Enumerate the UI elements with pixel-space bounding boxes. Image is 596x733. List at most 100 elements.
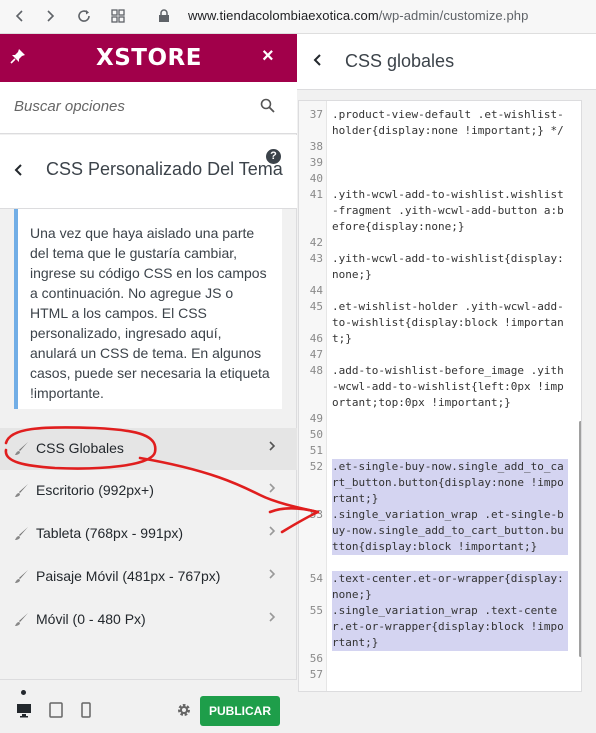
- code-text: .yith-wcwl-add-to-wishlist.wishlist-frag…: [332, 188, 564, 233]
- menu-item-movil[interactable]: Móvil (0 - 480 Px): [0, 599, 297, 641]
- brand-header: XSTORE ×: [0, 34, 297, 82]
- url-host: www.tiendacolombiaexotica.com: [188, 8, 379, 23]
- line-number: 48: [309, 364, 323, 377]
- search-section: [0, 82, 297, 134]
- back-chevron-icon[interactable]: [14, 161, 24, 182]
- publish-button[interactable]: PUBLICAR: [200, 696, 280, 726]
- gear-icon[interactable]: [176, 702, 192, 718]
- browser-toolbar: www.tiendacolombiaexotica.com/wp-admin/c…: [0, 0, 596, 34]
- menu-item-label: Paisaje Móvil (481px - 767px): [36, 568, 221, 584]
- code-line[interactable]: 50: [299, 427, 581, 443]
- code-line[interactable]: 56: [299, 651, 581, 667]
- brush-icon: [14, 612, 30, 628]
- active-device-indicator: [21, 690, 26, 695]
- close-icon[interactable]: ×: [262, 45, 274, 68]
- section-title: CSS Personalizado Del Tema: [46, 159, 283, 179]
- xstore-logo: XSTORE: [96, 45, 202, 71]
- code-line[interactable]: 44: [299, 283, 581, 299]
- code-text: .single_variation_wrap .et-single-buy-no…: [332, 507, 568, 555]
- line-number: 49: [309, 412, 323, 425]
- apps-grid-icon[interactable]: [108, 6, 128, 26]
- code-editor[interactable]: 37 .product-view-default .et-wishlist-hol…: [298, 100, 582, 692]
- code-text: .product-view-default .et-wishlist-holde…: [332, 108, 564, 137]
- chevron-right-icon: [268, 610, 276, 626]
- code-line[interactable]: 42: [299, 235, 581, 251]
- line-number: 44: [309, 284, 323, 297]
- menu-item-tableta[interactable]: Tableta (768px - 991px): [0, 513, 297, 555]
- menu-item-css-globales[interactable]: CSS Globales: [0, 428, 297, 470]
- desktop-preview-icon[interactable]: [16, 702, 32, 718]
- section-description: Una vez que haya aislado una parte del t…: [14, 209, 282, 409]
- chevron-right-icon: [268, 567, 276, 583]
- css-editor-panel: CSS globales 37 .product-view-default .et…: [297, 34, 596, 733]
- code-line[interactable]: 57: [299, 667, 581, 683]
- lock-icon[interactable]: [154, 6, 174, 26]
- line-number: 54: [309, 572, 323, 585]
- code-line[interactable]: 43 .yith-wcwl-add-to-wishlist{display:non…: [299, 251, 581, 283]
- code-line[interactable]: 45 .et-wishlist-holder .yith-wcwl-add-to-…: [299, 299, 581, 345]
- section-header: CSS Personalizado Del Tema ?: [0, 135, 297, 209]
- code-line[interactable]: 40: [299, 171, 581, 187]
- back-arrow-icon[interactable]: [10, 6, 30, 26]
- line-number: 56: [309, 652, 323, 665]
- code-text: .et-single-buy-now.single_add_to_cart_bu…: [332, 459, 568, 507]
- code-line[interactable]: 48 .add-to-wishlist-before_image .yith-wc…: [299, 363, 581, 411]
- search-icon[interactable]: [260, 98, 276, 114]
- line-number: 50: [309, 428, 323, 441]
- brush-icon: [14, 526, 30, 542]
- editor-header: CSS globales: [297, 34, 596, 90]
- line-number: 37: [309, 108, 323, 121]
- editor-title: CSS globales: [345, 51, 455, 71]
- menu-item-label: Tableta (768px - 991px): [36, 525, 184, 541]
- customizer-footer: PUBLICAR: [0, 679, 297, 733]
- help-icon[interactable]: ?: [266, 149, 281, 164]
- line-number: 45: [309, 300, 323, 313]
- pin-icon[interactable]: [10, 48, 28, 66]
- code-line[interactable]: 41 .yith-wcwl-add-to-wishlist.wishlist-fr…: [299, 187, 581, 235]
- code-line[interactable]: 39: [299, 155, 581, 171]
- mobile-preview-icon[interactable]: [78, 702, 94, 718]
- line-number: 41: [309, 188, 323, 201]
- code-line[interactable]: 47: [299, 347, 581, 363]
- code-line[interactable]: 37 .product-view-default .et-wishlist-hol…: [299, 107, 581, 139]
- line-number: 38: [309, 140, 323, 153]
- line-number: 46: [309, 332, 323, 345]
- brush-icon: [14, 441, 30, 457]
- customizer-sidebar: XSTORE × CSS Personalizado Del Tema ? Un…: [0, 34, 297, 733]
- code-line[interactable]: 46: [299, 331, 581, 347]
- line-number: 53: [309, 508, 323, 521]
- forward-arrow-icon[interactable]: [40, 6, 60, 26]
- editor-scrollbar[interactable]: [579, 421, 581, 657]
- code-line[interactable]: 38: [299, 139, 581, 155]
- code-text: .single_variation_wrap .text-center.et-o…: [332, 603, 568, 651]
- code-line[interactable]: 52 .et-single-buy-now.single_add_to_cart_…: [299, 459, 581, 507]
- line-number: 51: [309, 444, 323, 457]
- line-number: 42: [309, 236, 323, 249]
- reload-icon[interactable]: [74, 6, 94, 26]
- code-line[interactable]: 54 .text-center.et-or-wrapper{display:non…: [299, 571, 581, 603]
- line-number: 47: [309, 348, 323, 361]
- menu-item-label: CSS Globales: [36, 440, 124, 456]
- url-path: /wp-admin/customize.php: [378, 8, 529, 23]
- menu-item-escritorio[interactable]: Escritorio (992px+): [0, 470, 297, 512]
- code-line[interactable]: 49: [299, 411, 581, 427]
- code-line[interactable]: 53 .single_variation_wrap .et-single-buy-…: [299, 507, 581, 571]
- chevron-right-icon: [268, 439, 276, 455]
- chevron-right-icon: [268, 481, 276, 497]
- code-text: .add-to-wishlist-before_image .yith-wcwl…: [332, 364, 564, 409]
- address-bar[interactable]: www.tiendacolombiaexotica.com/wp-admin/c…: [188, 8, 528, 23]
- code-line[interactable]: 51: [299, 443, 581, 459]
- menu-item-label: Móvil (0 - 480 Px): [36, 611, 146, 627]
- menu-item-label: Escritorio (992px+): [36, 482, 154, 498]
- line-number: 55: [309, 604, 323, 617]
- back-chevron-icon[interactable]: [313, 51, 323, 72]
- code-text: .text-center.et-or-wrapper{display:none;…: [332, 571, 568, 603]
- line-number: 39: [309, 156, 323, 169]
- line-number: 57: [309, 668, 323, 681]
- search-input[interactable]: [14, 98, 244, 115]
- line-number: 40: [309, 172, 323, 185]
- tablet-preview-icon[interactable]: [48, 702, 64, 718]
- menu-item-paisaje-movil[interactable]: Paisaje Móvil (481px - 767px): [0, 556, 297, 598]
- brush-icon: [14, 483, 30, 499]
- code-line[interactable]: 55 .single_variation_wrap .text-center.et…: [299, 603, 581, 651]
